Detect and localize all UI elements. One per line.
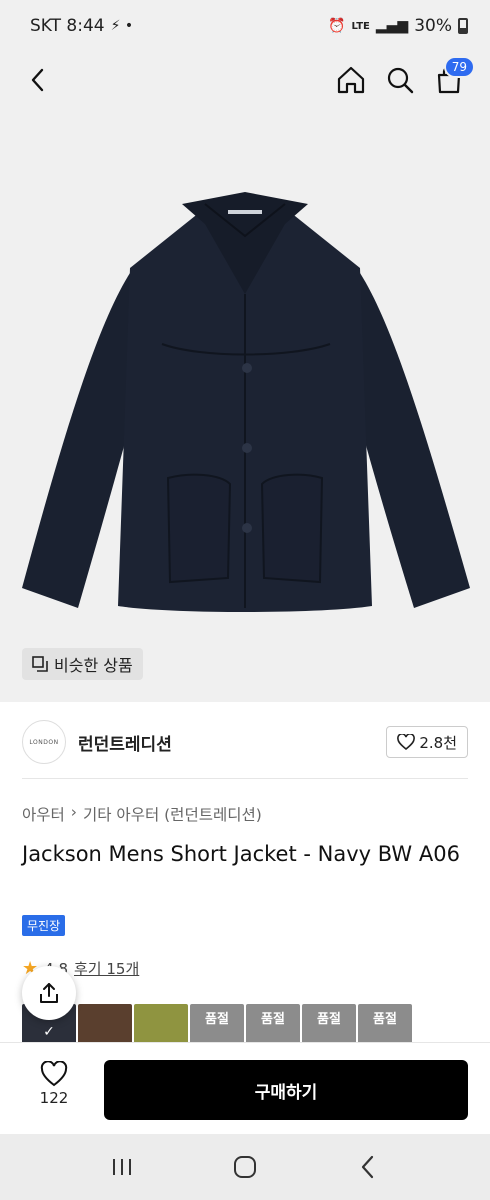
cart-button[interactable]: 79	[431, 56, 475, 98]
recents-button[interactable]	[102, 1147, 142, 1187]
variant-soldout[interactable]: 품절	[358, 1004, 412, 1044]
shipping-badge: 무진장	[22, 915, 66, 936]
buy-button[interactable]: 구매하기	[104, 1060, 468, 1120]
share-button[interactable]	[22, 966, 76, 1020]
variant-soldout[interactable]: 품절	[302, 1004, 356, 1044]
soldout-label: 품절	[261, 1012, 285, 1027]
back-system-button[interactable]	[348, 1147, 388, 1187]
battery-percent: 30%	[414, 16, 452, 36]
similar-products-button[interactable]: 비슷한 상품	[22, 648, 143, 680]
variant-olive[interactable]	[134, 1004, 188, 1044]
home-icon	[337, 66, 365, 94]
product-title: Jackson Mens Short Jacket - Navy BW A06	[22, 842, 460, 866]
divider	[22, 778, 468, 779]
back-button[interactable]	[20, 62, 56, 98]
wishlist-button[interactable]: 122	[28, 1061, 80, 1121]
heart-icon	[40, 1061, 68, 1087]
copy-icon	[32, 656, 48, 672]
brand-logo-text: LONDON	[29, 738, 59, 746]
home-circle-icon	[233, 1156, 256, 1178]
wishlist-count: 122	[39, 1089, 69, 1107]
variant-soldout[interactable]: 품절	[246, 1004, 300, 1044]
purchase-bar: 122 구매하기	[0, 1042, 490, 1134]
brand-like-button[interactable]: 2.8천	[386, 726, 468, 758]
search-icon	[387, 67, 414, 94]
heart-icon	[397, 734, 416, 750]
back-icon	[362, 1155, 374, 1179]
top-nav: 79	[0, 52, 490, 156]
soldout-label: 품절	[317, 1012, 341, 1027]
recents-icon	[112, 1159, 131, 1175]
brand-row: LONDON 런던트레디션 2.8천	[22, 716, 468, 768]
home-button[interactable]	[333, 62, 369, 98]
soldout-label: 품절	[205, 1012, 229, 1027]
breadcrumb: 아우터 › 기타 아우터 (런던트레디션)	[22, 803, 262, 825]
breadcrumb-item[interactable]: 아우터	[22, 803, 65, 825]
cart-count-badge: 79	[443, 56, 475, 78]
brand-like-count: 2.8천	[419, 733, 457, 752]
color-variants: ✓ 품절 품절 품절 품절	[22, 1004, 412, 1044]
system-nav-bar	[0, 1134, 490, 1200]
notification-icons: ⚡ •	[110, 18, 134, 34]
signal-icon: ▂▄▆	[375, 18, 409, 34]
jacket-illustration	[22, 192, 470, 612]
share-icon	[40, 983, 58, 1003]
soldout-label: 품절	[373, 1012, 397, 1027]
variant-brown[interactable]	[78, 1004, 132, 1044]
similar-products-label: 비슷한 상품	[54, 656, 133, 675]
carrier-time: SKT 8:44	[30, 16, 105, 36]
alarm-icon: ⏰	[328, 18, 346, 34]
chevron-right-icon: ›	[70, 803, 77, 821]
battery-icon	[458, 18, 468, 34]
reviews-link[interactable]: 후기 15개	[74, 958, 139, 979]
breadcrumb-item[interactable]: 기타 아우터 (런던트레디션)	[83, 803, 262, 825]
check-icon: ✓	[43, 1024, 55, 1040]
product-image[interactable]: 비슷한 상품	[0, 108, 490, 702]
lte-icon: LTE	[351, 20, 370, 32]
home-system-button[interactable]	[225, 1147, 265, 1187]
brand-name[interactable]: 런던트레디션	[78, 730, 172, 755]
search-button[interactable]	[382, 62, 418, 98]
chevron-left-icon	[31, 68, 44, 92]
variant-soldout[interactable]: 품절	[190, 1004, 244, 1044]
brand-logo[interactable]: LONDON	[22, 720, 66, 764]
status-bar: SKT 8:44 ⚡ • ⏰ LTE ▂▄▆ 30%	[0, 0, 490, 52]
